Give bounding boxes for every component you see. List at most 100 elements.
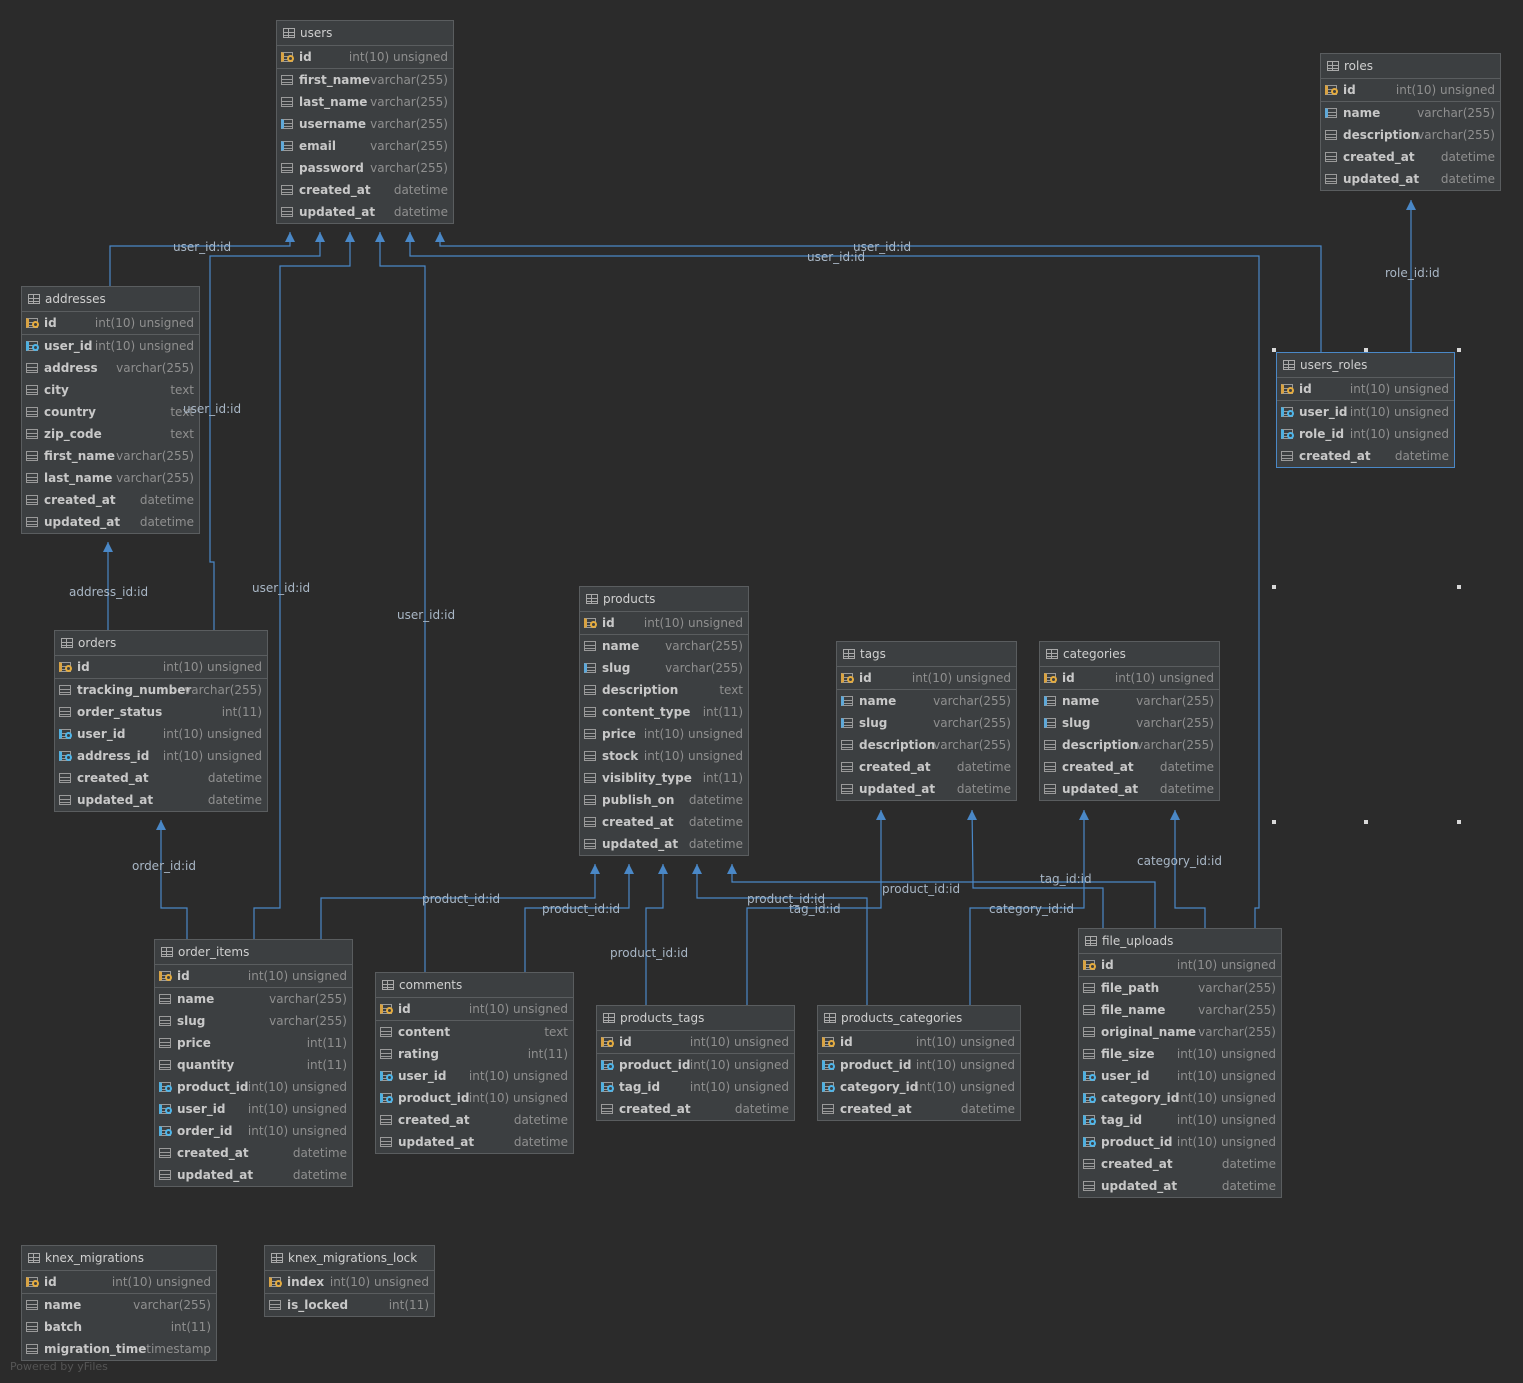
- column-row[interactable]: user_id int(10) unsigned: [376, 1065, 573, 1087]
- column-row[interactable]: created_at datetime: [818, 1098, 1020, 1120]
- selection-handle[interactable]: [1363, 820, 1368, 824]
- column-row[interactable]: id int(10) unsigned: [277, 46, 453, 69]
- relationship-line[interactable]: [379, 232, 426, 972]
- column-row[interactable]: last_name varchar(255): [277, 91, 453, 113]
- table-knex-migrations-lock[interactable]: knex_migrations_lock index int(10) unsigne…: [264, 1245, 435, 1317]
- column-row[interactable]: first_name varchar(255): [22, 445, 199, 467]
- column-row[interactable]: id int(10) unsigned: [1040, 667, 1219, 690]
- diagram-canvas[interactable]: users id int(10) unsigned first_name varchar…: [0, 0, 1523, 1383]
- table-tags[interactable]: tags id int(10) unsigned name varchar(255) sl…: [836, 641, 1017, 801]
- column-row[interactable]: id int(10) unsigned: [376, 998, 573, 1021]
- column-row[interactable]: user_id int(10) unsigned: [155, 1098, 352, 1120]
- column-row[interactable]: created_at datetime: [1277, 445, 1454, 467]
- column-row[interactable]: created_at datetime: [580, 811, 748, 833]
- column-row[interactable]: updated_at datetime: [1079, 1175, 1281, 1197]
- column-row[interactable]: id int(10) unsigned: [837, 667, 1016, 690]
- selection-handle[interactable]: [1272, 585, 1276, 589]
- relationship-line[interactable]: [696, 864, 868, 1005]
- selection-handle[interactable]: [1457, 348, 1461, 352]
- table-users[interactable]: users id int(10) unsigned first_name varchar…: [276, 20, 454, 224]
- column-row[interactable]: updated_at datetime: [22, 511, 199, 533]
- column-row[interactable]: batch int(11): [22, 1316, 216, 1338]
- column-row[interactable]: id int(10) unsigned: [1321, 79, 1500, 102]
- table-addresses[interactable]: addresses id int(10) unsigned user_id int(10…: [21, 286, 200, 534]
- column-row[interactable]: name varchar(255): [155, 988, 352, 1010]
- column-row[interactable]: id int(10) unsigned: [155, 965, 352, 988]
- column-row[interactable]: password varchar(255): [277, 157, 453, 179]
- column-row[interactable]: visiblity_type int(11): [580, 767, 748, 789]
- column-row[interactable]: id int(10) unsigned: [580, 612, 748, 635]
- table-file-uploads[interactable]: file_uploads id int(10) unsigned file_path v…: [1078, 928, 1282, 1198]
- table-header[interactable]: users: [277, 21, 453, 46]
- column-row[interactable]: zip_code text: [22, 423, 199, 445]
- column-row[interactable]: name varchar(255): [837, 690, 1016, 712]
- column-row[interactable]: created_at datetime: [597, 1098, 794, 1120]
- column-row[interactable]: created_at datetime: [1079, 1153, 1281, 1175]
- column-row[interactable]: first_name varchar(255): [277, 69, 453, 91]
- column-row[interactable]: updated_at datetime: [376, 1131, 573, 1153]
- column-row[interactable]: id int(10) unsigned: [818, 1031, 1020, 1054]
- column-row[interactable]: is_locked int(11): [265, 1294, 434, 1316]
- column-row[interactable]: updated_at datetime: [837, 778, 1016, 800]
- column-row[interactable]: product_id int(10) unsigned: [597, 1054, 794, 1076]
- column-row[interactable]: description varchar(255): [837, 734, 1016, 756]
- column-row[interactable]: product_id int(10) unsigned: [1079, 1131, 1281, 1153]
- table-header[interactable]: tags: [837, 642, 1016, 667]
- column-row[interactable]: file_size int(10) unsigned: [1079, 1043, 1281, 1065]
- column-row[interactable]: user_id int(10) unsigned: [22, 335, 199, 357]
- column-row[interactable]: migration_time timestamp: [22, 1338, 216, 1360]
- column-row[interactable]: id int(10) unsigned: [1277, 378, 1454, 401]
- column-row[interactable]: id int(10) unsigned: [55, 656, 267, 679]
- relationship-line[interactable]: [409, 232, 1260, 928]
- relationship-line[interactable]: [160, 820, 188, 939]
- column-row[interactable]: updated_at datetime: [1040, 778, 1219, 800]
- column-row[interactable]: description varchar(255): [1321, 124, 1500, 146]
- column-row[interactable]: stock int(10) unsigned: [580, 745, 748, 767]
- selection-handle[interactable]: [1457, 585, 1461, 589]
- column-row[interactable]: content_type int(11): [580, 701, 748, 723]
- column-row[interactable]: price int(11): [155, 1032, 352, 1054]
- table-header[interactable]: knex_migrations_lock: [265, 1246, 434, 1271]
- table-knex-migrations[interactable]: knex_migrations id int(10) unsigned name var…: [21, 1245, 217, 1361]
- column-row[interactable]: category_id int(10) unsigned: [818, 1076, 1020, 1098]
- column-row[interactable]: tag_id int(10) unsigned: [1079, 1109, 1281, 1131]
- column-row[interactable]: name varchar(255): [1321, 102, 1500, 124]
- column-row[interactable]: user_id int(10) unsigned: [1079, 1065, 1281, 1087]
- column-row[interactable]: original_name varchar(255): [1079, 1021, 1281, 1043]
- table-header[interactable]: categories: [1040, 642, 1219, 667]
- column-row[interactable]: product_id int(10) unsigned: [155, 1076, 352, 1098]
- relationship-line[interactable]: [209, 232, 321, 630]
- column-row[interactable]: rating int(11): [376, 1043, 573, 1065]
- column-row[interactable]: country text: [22, 401, 199, 423]
- column-row[interactable]: content text: [376, 1021, 573, 1043]
- table-header[interactable]: order_items: [155, 940, 352, 965]
- column-row[interactable]: slug varchar(255): [837, 712, 1016, 734]
- table-products[interactable]: products id int(10) unsigned name varchar(25…: [579, 586, 749, 856]
- column-row[interactable]: created_at datetime: [277, 179, 453, 201]
- column-row[interactable]: name varchar(255): [1040, 690, 1219, 712]
- relationship-line[interactable]: [645, 864, 664, 1005]
- table-header[interactable]: comments: [376, 973, 573, 998]
- table-header[interactable]: users_roles: [1277, 353, 1454, 378]
- table-header[interactable]: products_categories: [818, 1006, 1020, 1031]
- column-row[interactable]: role_id int(10) unsigned: [1277, 423, 1454, 445]
- column-row[interactable]: name varchar(255): [22, 1294, 216, 1316]
- table-header[interactable]: addresses: [22, 287, 199, 312]
- table-header[interactable]: roles: [1321, 54, 1500, 79]
- selection-handle[interactable]: [1363, 348, 1368, 352]
- table-users-roles[interactable]: users_roles id int(10) unsigned user_id int(…: [1276, 352, 1455, 468]
- column-row[interactable]: id int(10) unsigned: [22, 1271, 216, 1294]
- column-row[interactable]: product_id int(10) unsigned: [376, 1087, 573, 1109]
- selection-handle[interactable]: [1272, 348, 1276, 352]
- table-categories[interactable]: categories id int(10) unsigned name varchar(…: [1039, 641, 1220, 801]
- table-products-categories[interactable]: products_categories id int(10) unsigned pro…: [817, 1005, 1021, 1121]
- selection-handle[interactable]: [1272, 820, 1276, 824]
- column-row[interactable]: category_id int(10) unsigned: [1079, 1087, 1281, 1109]
- table-products-tags[interactable]: products_tags id int(10) unsigned product_i…: [596, 1005, 795, 1121]
- column-row[interactable]: created_at datetime: [1321, 146, 1500, 168]
- column-row[interactable]: updated_at datetime: [1321, 168, 1500, 190]
- column-row[interactable]: username varchar(255): [277, 113, 453, 135]
- column-row[interactable]: updated_at datetime: [155, 1164, 352, 1186]
- column-row[interactable]: last_name varchar(255): [22, 467, 199, 489]
- column-row[interactable]: updated_at datetime: [277, 201, 453, 223]
